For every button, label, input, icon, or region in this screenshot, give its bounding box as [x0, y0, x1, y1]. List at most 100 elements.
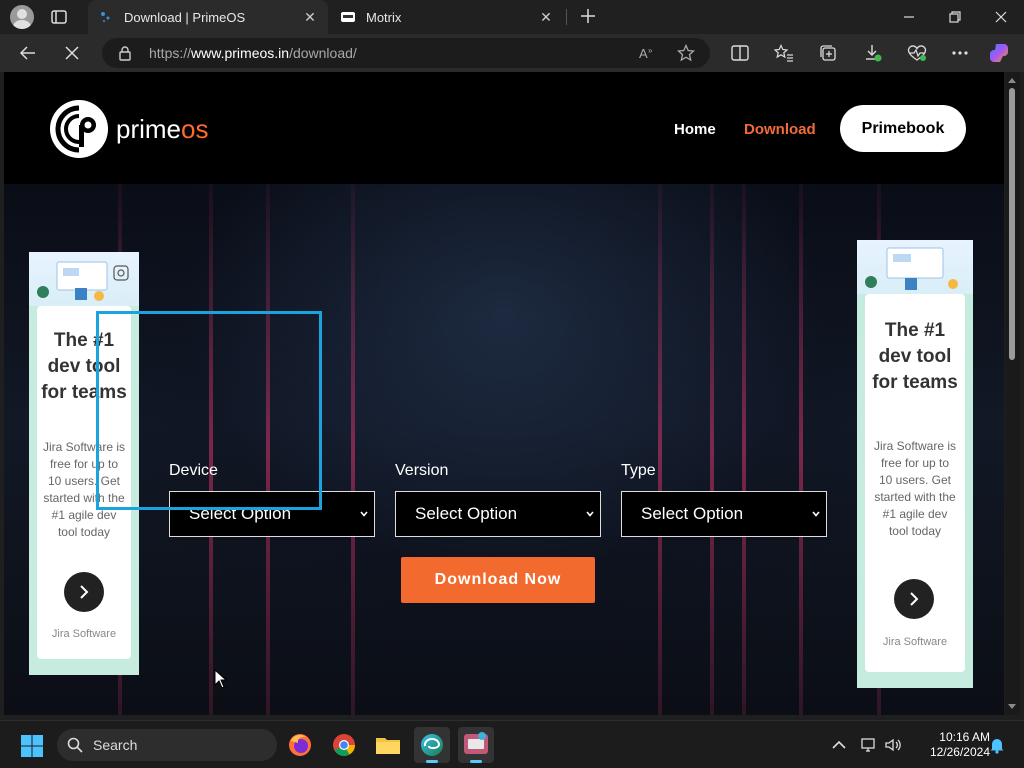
more-dots-icon [952, 51, 968, 55]
new-tab-icon[interactable] [578, 6, 598, 26]
primeos-logo-icon[interactable] [48, 98, 110, 160]
chrome-icon [333, 734, 355, 756]
tab-actions-icon[interactable] [50, 8, 68, 26]
minimize-icon [904, 16, 914, 18]
site-logo-text[interactable]: primeos [116, 114, 208, 145]
url-path: /download/ [289, 45, 357, 61]
download-icon [866, 45, 882, 62]
search-placeholder: Search [93, 737, 138, 753]
favorite-star-icon[interactable] [677, 44, 695, 62]
mouse-cursor-icon [214, 669, 228, 689]
type-select-value: Select Option [641, 504, 744, 523]
close-window-button[interactable] [978, 0, 1024, 34]
tab-close-icon[interactable]: ✕ [302, 9, 318, 25]
chevron-down-icon [812, 511, 820, 517]
restore-button[interactable] [932, 0, 978, 34]
back-button[interactable] [17, 42, 39, 64]
neon-pillar [742, 184, 746, 715]
primeos-favicon-icon [101, 12, 110, 22]
windows-start-icon[interactable] [20, 734, 44, 758]
type-select[interactable]: Select Option [621, 491, 827, 537]
ad-body-line: free for up to [880, 456, 950, 470]
ad-title: The #1 dev tool for teams [865, 318, 965, 396]
read-aloud-icon[interactable]: A» [638, 45, 656, 61]
favorites-list-icon [774, 44, 793, 62]
ad-arrow-button[interactable] [894, 579, 934, 619]
volume-icon[interactable] [884, 736, 902, 754]
selection-highlight-box [96, 311, 322, 510]
nav-primebook-button[interactable]: Primebook [840, 105, 966, 152]
neon-pillar [710, 184, 714, 715]
tab-close-icon[interactable]: ✕ [538, 9, 554, 25]
address-bar[interactable]: https://www.primeos.in/download/ A» [102, 38, 710, 68]
ad-title-line: dev tool [878, 346, 952, 367]
scroll-down-arrow-icon[interactable] [1008, 704, 1016, 709]
motrix-icon [464, 732, 488, 754]
settings-more-button[interactable] [949, 42, 971, 64]
edge-icon [421, 734, 443, 756]
ad-arrow-button[interactable] [64, 572, 104, 612]
motrix-taskbar-button[interactable] [458, 727, 494, 763]
tab-motrix[interactable]: Motrix ✕ [330, 0, 564, 34]
url-text[interactable]: https://www.primeos.in/download/ [149, 45, 357, 61]
stop-loading-button[interactable] [61, 42, 83, 64]
windows-taskbar: Search 10:16 AM 12/26/2024 [0, 720, 1024, 768]
firefox-taskbar-button[interactable] [282, 727, 318, 763]
chrome-taskbar-button[interactable] [326, 727, 362, 763]
back-arrow-icon [19, 46, 35, 60]
ad-body-text: Jira Software is free for up to 10 users… [867, 438, 963, 540]
chevron-right-icon [910, 592, 919, 606]
tab-title: Download | PrimeOS [124, 9, 246, 25]
logo-os-text: os [181, 114, 209, 144]
copilot-button[interactable] [990, 42, 1012, 64]
nav-download-link[interactable]: Download [744, 121, 816, 138]
notification-bell-icon[interactable] [988, 736, 1006, 754]
clock-date: 12/26/2024 [929, 745, 990, 759]
ad-illustration [857, 240, 973, 294]
chevron-down-icon [586, 511, 594, 517]
chevron-up-icon[interactable] [830, 736, 848, 754]
taskbar-search-box[interactable]: Search [57, 729, 277, 761]
tab-primeos-download[interactable]: Download | PrimeOS ✕ [88, 0, 328, 34]
scroll-thumb[interactable] [1009, 88, 1015, 360]
restore-icon [949, 11, 961, 23]
edge-taskbar-button[interactable] [414, 727, 450, 763]
ad-body-line: 10 users. Get [878, 473, 952, 487]
downloads-button[interactable] [862, 42, 884, 64]
type-label: Type [621, 462, 656, 479]
profile-avatar-icon[interactable] [10, 5, 34, 29]
search-icon [67, 737, 83, 753]
ad-illustration-graphic [865, 247, 958, 290]
split-screen-button[interactable] [729, 42, 751, 64]
favorites-button[interactable] [773, 42, 795, 64]
tab-separator [566, 9, 567, 25]
site-header: primeos Home Download Primebook [4, 72, 1004, 184]
url-scheme: https:// [149, 45, 192, 61]
clock-time: 10:16 AM [939, 730, 990, 744]
file-explorer-taskbar-button[interactable] [370, 727, 406, 763]
advertisement-right[interactable]: The #1 dev tool for teams Jira Software … [857, 240, 973, 688]
heart-pulse-icon [907, 45, 927, 61]
collections-button[interactable] [817, 42, 839, 64]
browser-essentials-button[interactable] [906, 42, 928, 64]
nav-home-link[interactable]: Home [674, 121, 716, 138]
ad-brand: Jira Software [882, 636, 948, 648]
minimize-button[interactable] [886, 0, 932, 34]
tab-title: Motrix [366, 9, 402, 25]
ad-visual-search-icon[interactable] [113, 265, 129, 281]
system-clock[interactable]: 10:16 AM 12/26/2024 [918, 730, 990, 760]
split-screen-icon [731, 45, 749, 61]
browser-toolbar: https://www.primeos.in/download/ A» [0, 34, 1024, 72]
page-scrollbar[interactable] [1005, 72, 1020, 715]
ad-title-line: for teams [872, 372, 958, 393]
ad-body-line: tool today [888, 524, 942, 538]
version-label: Version [395, 462, 449, 479]
ad-body-line: #1 agile dev [882, 507, 948, 521]
collections-icon [820, 45, 836, 61]
neon-pillar [351, 184, 355, 715]
lock-icon[interactable] [118, 45, 132, 61]
scroll-up-arrow-icon[interactable] [1008, 78, 1016, 83]
download-now-button[interactable]: Download Now [401, 557, 595, 603]
version-select[interactable]: Select Option [395, 491, 601, 537]
network-icon[interactable] [860, 736, 878, 754]
